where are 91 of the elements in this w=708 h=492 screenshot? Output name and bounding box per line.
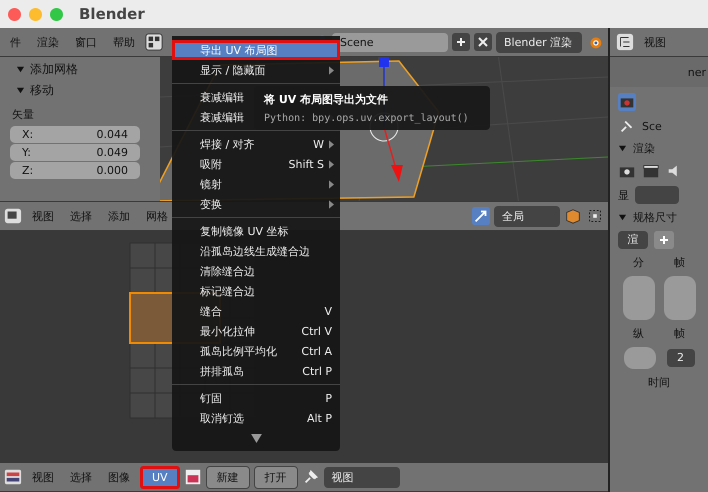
menu-item[interactable]: 显示 / 隐藏面 [172, 60, 340, 80]
menu-item[interactable]: 吸附 Shift S [172, 154, 340, 174]
add-button[interactable] [452, 33, 470, 51]
tooltip-title: 将 UV 布局图导出为文件 [264, 92, 390, 107]
menu-item[interactable]: 沿孤岛边线生成缝合边 [172, 241, 340, 261]
field-label: 时间 [648, 375, 670, 390]
expand-triangle-icon[interactable] [618, 213, 627, 222]
window-title: Blender [79, 5, 145, 23]
number-field[interactable]: Y: 0.049 [10, 144, 140, 161]
field-value: 0.000 [96, 164, 128, 177]
menu-item[interactable]: 钉固 P [172, 388, 340, 408]
panel-title: 渲染 [633, 141, 655, 156]
axis-label: X: [22, 128, 34, 141]
scroll-down-arrow-icon[interactable] [250, 434, 262, 443]
menu-item[interactable]: 最小化拉伸 Ctrl V [172, 321, 340, 341]
view-dropdown[interactable]: 视图 [324, 466, 400, 488]
image-icon[interactable] [184, 468, 202, 486]
shortcut-text: P [325, 392, 332, 404]
field-label: 显 [618, 188, 629, 202]
axis-label: Z: [22, 164, 34, 177]
plus-icon [456, 37, 466, 47]
menu-item[interactable]: 焊接 / 对齐 W [172, 134, 340, 154]
menu-item[interactable]: 窗口 [69, 32, 103, 52]
column-label: 帧 [674, 326, 685, 341]
panel-title: 移动 [30, 82, 54, 99]
clapperboard-icon[interactable] [642, 162, 660, 180]
menu-item[interactable]: 视图 [26, 206, 60, 226]
outliner-icon[interactable] [616, 33, 634, 51]
column-label: 纵 [633, 326, 644, 341]
menu-item[interactable]: 视图 [26, 466, 60, 488]
scene-field[interactable]: Scene [332, 32, 448, 52]
render-engine-dropdown[interactable]: Blender 渲染 [496, 32, 582, 52]
menu-item[interactable]: 镜射 [172, 174, 340, 194]
menu-item[interactable]: 帮助 [107, 32, 141, 52]
shortcut-text: V [324, 304, 332, 318]
menu-item[interactable]: 缝合 V [172, 301, 340, 321]
menu-item[interactable]: 变换 [172, 194, 340, 214]
menu-item[interactable]: 孤岛比例平均化 Ctrl A [172, 341, 340, 361]
panel-title: 添加网格 [30, 61, 78, 78]
expand-triangle-icon[interactable] [16, 86, 25, 95]
menu-item[interactable]: 取消钉选 Alt P [172, 408, 340, 428]
shortcut-text: Shift S [288, 158, 324, 170]
menu-item[interactable]: 网格 [140, 206, 174, 226]
axis-label: Y: [22, 146, 31, 159]
menu-item[interactable]: 选择 [64, 206, 98, 226]
scene-name: Sce [642, 120, 662, 132]
menu-item[interactable]: UV [140, 466, 180, 488]
shortcut-text: Ctrl P [302, 364, 332, 378]
orientation-dropdown[interactable]: 全局 [494, 206, 560, 226]
expand-triangle-icon[interactable] [16, 65, 25, 74]
menu-item[interactable]: 图像 [102, 466, 136, 488]
number-field[interactable] [664, 276, 696, 320]
select-points-icon[interactable] [586, 207, 604, 225]
menu-item[interactable]: 导出 UV 布局图 [172, 40, 340, 60]
add-button[interactable] [654, 231, 674, 249]
editor-type-icon[interactable] [4, 468, 22, 486]
number-field[interactable] [622, 276, 654, 320]
shortcut-text: Ctrl V [301, 324, 332, 338]
expand-triangle-icon[interactable] [618, 144, 627, 153]
editor-type-icon[interactable] [4, 207, 22, 225]
close-button[interactable] [474, 33, 492, 51]
shortcut-text: Alt P [306, 412, 332, 424]
image-button[interactable]: 新建 [206, 466, 250, 488]
column-label: 分 [633, 255, 644, 270]
tooltip-python: Python: bpy.ops.uv.export_layout() [264, 113, 470, 124]
number-field[interactable]: 2 [666, 349, 694, 367]
view-menu[interactable]: 视图 [644, 34, 666, 50]
field-value: 0.049 [96, 146, 128, 159]
image-button[interactable]: 打开 [254, 466, 298, 488]
panel-title: 规格尺寸 [633, 210, 677, 225]
menu-item[interactable]: 标记缝合边 [172, 281, 340, 301]
layout-grid-icon[interactable] [145, 33, 163, 51]
menu-item[interactable]: 选择 [64, 466, 98, 488]
shortcut-text: Ctrl A [301, 344, 332, 358]
number-field[interactable]: Z: 0.000 [10, 162, 140, 179]
menu-item[interactable]: 渲染 [31, 32, 65, 52]
close-icon [478, 37, 488, 47]
menu-item[interactable]: 添加 [102, 206, 136, 226]
number-field[interactable] [624, 347, 656, 369]
menu-item[interactable]: 清除缝合边 [172, 261, 340, 281]
plus-icon [659, 234, 669, 244]
preset-dropdown[interactable]: 渲 [618, 231, 648, 249]
number-field[interactable]: X: 0.044 [10, 126, 140, 143]
column-label: 帧 [674, 255, 685, 270]
menu-item[interactable]: 件 [4, 32, 27, 52]
field-label: 矢量 [12, 107, 35, 122]
cube-icon[interactable] [564, 207, 582, 225]
field-value: 0.044 [96, 128, 128, 141]
menu-item[interactable]: 复制镜像 UV 坐标 [172, 221, 340, 241]
menu-item[interactable]: 拼排孤岛 Ctrl P [172, 361, 340, 381]
shortcut-text: W [313, 138, 324, 150]
